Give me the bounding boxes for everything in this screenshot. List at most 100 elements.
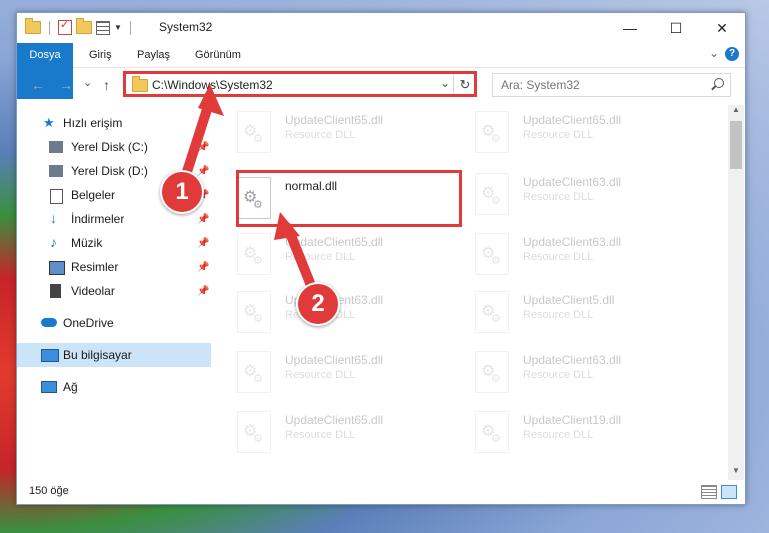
file-name: UpdateClient5.dll xyxy=(523,293,615,307)
dll-file-icon xyxy=(475,233,509,275)
quick-access-toolbar: ▼ xyxy=(25,18,135,35)
network-icon xyxy=(41,381,57,393)
pin-icon[interactable]: 📌 xyxy=(197,166,209,177)
pictures-icon xyxy=(49,261,65,275)
sidebar-item-label: Müzik xyxy=(71,236,103,250)
documents-icon xyxy=(50,189,63,204)
divider xyxy=(129,20,131,35)
window-title: System32 xyxy=(159,20,213,34)
tab-home[interactable]: Giriş xyxy=(79,43,122,67)
list-item[interactable]: UpdateClient63.dll Resource DLL xyxy=(455,167,691,223)
drive-icon xyxy=(49,141,63,153)
list-item[interactable]: UpdateClient65.dll Resource DLL xyxy=(217,405,453,461)
sidebar-item-local-disk-c[interactable]: Yerel Disk (C:) 📌 xyxy=(17,135,211,159)
pin-icon[interactable]: 📌 xyxy=(197,142,209,153)
sidebar-item-quick-access[interactable]: ★ Hızlı erişim xyxy=(17,111,211,135)
list-item[interactable]: UpdateClient65.dll Resource DLL xyxy=(217,227,453,283)
sidebar-item-label: Yerel Disk (C:) xyxy=(71,140,148,154)
pin-icon[interactable]: 📌 xyxy=(197,262,209,273)
sidebar-item-label: Resimler xyxy=(71,260,119,274)
search-box[interactable] xyxy=(492,73,731,97)
pin-icon[interactable]: 📌 xyxy=(197,286,209,297)
file-name: UpdateClient65.dll xyxy=(523,113,622,127)
sidebar-item-label: Hızlı erişim xyxy=(63,116,123,130)
file-type: Resource DLL xyxy=(523,309,594,321)
file-name: UpdateClient65.dll xyxy=(285,235,384,249)
explorer-window: ▼ System32 — ☐ ✕ Dosya Giriş Paylaş Görü… xyxy=(16,12,746,505)
download-icon: ↓ xyxy=(50,210,57,226)
cloud-icon xyxy=(41,318,57,327)
sidebar-item-onedrive[interactable]: OneDrive xyxy=(17,311,211,335)
dll-file-icon xyxy=(475,111,509,153)
sidebar-item-pictures[interactable]: Resimler 📌 xyxy=(17,255,211,279)
help-icon[interactable]: ? xyxy=(725,47,739,61)
forward-button[interactable]: → xyxy=(59,77,73,93)
drive-icon xyxy=(49,165,63,177)
maximize-button[interactable]: ☐ xyxy=(653,13,699,43)
sidebar-item-label: OneDrive xyxy=(63,316,114,330)
file-name: UpdateClient65.dll xyxy=(285,413,384,427)
file-name: UpdateClient63.dll xyxy=(523,353,622,367)
list-item[interactable]: UpdateClient65.dll Resource DLL xyxy=(217,105,453,161)
sidebar-item-label: Bu bilgisayar xyxy=(63,348,132,362)
tab-view[interactable]: Görünüm xyxy=(185,43,251,67)
sidebar-item-label: Videolar xyxy=(71,284,115,298)
dll-file-icon xyxy=(475,173,509,215)
scroll-up-icon[interactable]: ▲ xyxy=(728,105,744,119)
list-item[interactable]: UpdateClient63.dll Resource DLL xyxy=(455,227,691,283)
up-button[interactable]: ↑ xyxy=(103,77,110,93)
list-item[interactable]: UpdateClient63.dll Resource DLL xyxy=(455,345,691,401)
list-item[interactable]: UpdateClient65.dll Resource DLL xyxy=(217,345,453,401)
large-icons-view-icon[interactable] xyxy=(721,485,737,499)
sidebar-item-label: Ağ xyxy=(63,380,78,394)
sidebar-item-this-pc[interactable]: Bu bilgisayar xyxy=(17,343,211,367)
new-folder-icon[interactable] xyxy=(76,18,92,34)
dll-file-icon xyxy=(475,291,509,333)
star-icon: ★ xyxy=(43,115,55,130)
file-name: UpdateClient65.dll xyxy=(285,113,384,127)
sidebar-item-label: Yerel Disk (D:) xyxy=(71,164,148,178)
sidebar-item-label: Belgeler xyxy=(71,188,116,202)
sidebar-item-music[interactable]: ♪ Müzik 📌 xyxy=(17,231,211,255)
dll-file-icon xyxy=(475,411,509,453)
expand-ribbon-icon[interactable]: ⌄ xyxy=(709,46,719,60)
tab-share[interactable]: Paylaş xyxy=(127,43,180,67)
list-item[interactable]: UpdateClient5.dll Resource DLL xyxy=(455,285,691,341)
dll-file-icon xyxy=(237,411,271,453)
dll-file-icon xyxy=(237,233,271,275)
pin-icon[interactable]: 📌 xyxy=(197,214,209,225)
file-type: Resource DLL xyxy=(523,191,594,203)
scroll-thumb[interactable] xyxy=(730,121,742,169)
sidebar-item-network[interactable]: Ağ xyxy=(17,375,211,399)
item-count: 150 öğe xyxy=(29,485,69,497)
back-button[interactable]: ← xyxy=(31,77,45,93)
scroll-down-icon[interactable]: ▼ xyxy=(728,466,744,480)
file-type: Resource DLL xyxy=(523,129,594,141)
properties-icon[interactable] xyxy=(58,18,72,35)
minimize-button[interactable]: — xyxy=(607,13,653,43)
details-view-icon[interactable] xyxy=(701,485,717,499)
list-item[interactable]: UpdateClient65.dll Resource DLL xyxy=(455,105,691,161)
vertical-scrollbar[interactable]: ▲ ▼ xyxy=(728,105,744,480)
file-name: UpdateClient63.dll xyxy=(523,175,622,189)
customize-dropdown-icon[interactable]: ▼ xyxy=(114,23,122,32)
dll-file-icon xyxy=(237,351,271,393)
search-input[interactable] xyxy=(499,77,703,93)
file-type: Resource DLL xyxy=(523,429,594,441)
search-icon[interactable] xyxy=(714,78,724,88)
file-name: UpdateClient63.dll xyxy=(523,235,622,249)
navigation-bar: ← → ⌄ ↑ C:\Windows\System32 ⌄ ↻ xyxy=(17,68,745,102)
recent-locations-button[interactable]: ⌄ xyxy=(83,76,92,89)
title-bar[interactable]: ▼ System32 — ☐ ✕ xyxy=(17,13,745,43)
step-marker-1: 1 xyxy=(160,170,204,214)
view-icon[interactable] xyxy=(96,20,110,35)
close-button[interactable]: ✕ xyxy=(699,13,745,43)
file-highlight-box xyxy=(236,170,462,227)
dll-file-icon xyxy=(475,351,509,393)
sidebar-item-videos[interactable]: Videolar 📌 xyxy=(17,279,211,303)
file-list: UpdateClient65.dll Resource DLL UpdateCl… xyxy=(217,105,727,475)
list-item[interactable]: UpdateClient19.dll Resource DLL xyxy=(455,405,691,461)
pin-icon[interactable]: 📌 xyxy=(197,238,209,249)
address-highlight-box xyxy=(123,71,477,97)
sidebar-item-label: İndirmeler xyxy=(71,212,125,226)
